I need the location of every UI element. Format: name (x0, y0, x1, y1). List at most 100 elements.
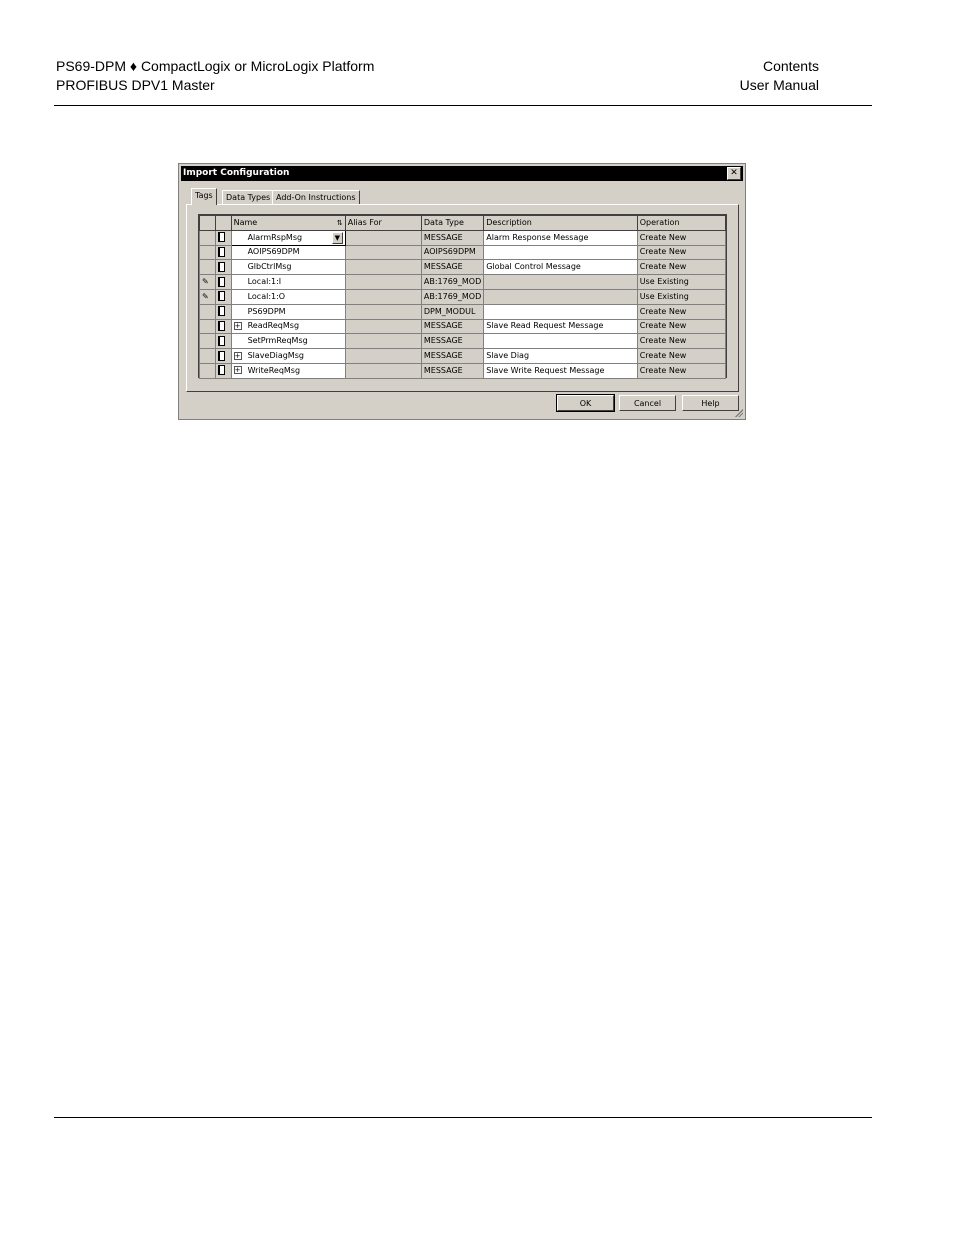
alias-cell (344, 333, 422, 350)
ok-button[interactable]: OK (556, 394, 615, 412)
table-row[interactable]: ✎ Local:1:O AB:1769_MOD Use Existing (199, 288, 727, 305)
document-icon (217, 350, 225, 361)
expand-icon[interactable]: + (233, 321, 242, 330)
tag-name: AOIPS69DPM (247, 247, 300, 257)
row-selector[interactable]: ✎ (199, 274, 216, 290)
close-icon: ✕ (730, 168, 738, 178)
row-icon-cell (214, 362, 232, 379)
row-icon-cell (214, 348, 232, 364)
cancel-button[interactable]: Cancel (619, 395, 676, 411)
dialog-titlebar: Import Configuration ✕ (181, 166, 743, 181)
row-selector[interactable] (199, 303, 216, 320)
tab-tags[interactable]: Tags (191, 188, 217, 205)
alias-cell (344, 318, 422, 335)
sort-az-icon: ⇅ (336, 218, 343, 227)
expand-icon[interactable]: + (233, 366, 242, 375)
name-cell[interactable]: AOIPS69DPM (230, 244, 346, 261)
name-cell[interactable]: + WriteReqMsg (230, 362, 346, 379)
description-cell (483, 274, 638, 290)
row-selector[interactable] (199, 229, 216, 246)
operation-cell[interactable]: Use Existing (636, 274, 727, 290)
name-cell[interactable]: PS69DPM (230, 303, 346, 320)
data-type-cell: MESSAGE (420, 259, 485, 276)
table-row[interactable]: SetPrmReqMsg MESSAGE Create New (199, 333, 727, 350)
name-cell[interactable]: Local:1:O (230, 288, 346, 305)
header-product-subtitle: PROFIBUS DPV1 Master (56, 77, 215, 93)
row-selector[interactable] (199, 362, 216, 379)
header-manual: User Manual (739, 77, 819, 93)
dialog-title: Import Configuration (183, 168, 290, 178)
header-rule (54, 105, 872, 106)
operation-cell[interactable]: Create New (636, 303, 727, 320)
operation-cell[interactable]: Create New (636, 244, 727, 261)
alias-cell (344, 362, 422, 379)
alias-cell (344, 303, 422, 320)
page-header-left: PS69-DPM ♦ CompactLogix or MicroLogix Pl… (56, 57, 374, 95)
row-selector[interactable] (199, 244, 216, 261)
data-type-cell: MESSAGE (420, 362, 485, 379)
description-cell[interactable] (483, 244, 638, 261)
description-cell[interactable]: Alarm Response Message (483, 229, 638, 246)
document-icon (217, 291, 225, 302)
description-cell[interactable]: Slave Diag (483, 348, 638, 364)
table-row[interactable]: ✎ Local:1:I AB:1769_MOD Use Existing (199, 274, 727, 290)
operation-cell[interactable]: Create New (636, 362, 727, 379)
help-button[interactable]: Help (682, 395, 739, 411)
description-cell[interactable]: Global Control Message (483, 259, 638, 276)
tags-table-body: AlarmRspMsg ▼ MESSAGE Alarm Response Messag… (199, 229, 727, 379)
row-selector[interactable] (199, 333, 216, 350)
chevron-down-icon[interactable]: ▼ (331, 231, 343, 244)
data-type-cell: MESSAGE (420, 348, 485, 364)
column-header-description[interactable]: Description (483, 215, 638, 231)
tag-name: PS69DPM (247, 306, 286, 316)
description-cell (483, 288, 638, 305)
row-selector[interactable]: ✎ (199, 288, 216, 305)
operation-cell[interactable]: Create New (636, 333, 727, 350)
table-row[interactable]: GlbCtrlMsg MESSAGE Global Control Message C… (199, 259, 727, 276)
row-selector[interactable] (199, 318, 216, 335)
row-icon-cell (214, 288, 232, 305)
column-header-name[interactable]: Name ⇅ (230, 215, 346, 231)
resize-grip-icon[interactable] (735, 409, 743, 417)
table-row[interactable]: AOIPS69DPM AOIPS69DPM Create New (199, 244, 727, 261)
column-header-alias-for[interactable]: Alias For (344, 215, 422, 231)
tab-add-on-instructions[interactable]: Add-On Instructions (272, 190, 360, 205)
operation-cell[interactable]: Use Existing (636, 288, 727, 305)
description-cell[interactable]: Slave Write Request Message (483, 362, 638, 379)
name-cell[interactable]: GlbCtrlMsg (230, 259, 346, 276)
operation-cell[interactable]: Create New (636, 229, 727, 246)
name-cell[interactable]: + ReadReqMsg (230, 318, 346, 335)
description-cell[interactable] (483, 333, 638, 350)
tag-name: Local:1:I (247, 277, 282, 287)
column-header-operation[interactable]: Operation (636, 215, 727, 231)
table-row[interactable]: + ReadReqMsg MESSAGE Slave Read Request Mes… (199, 318, 727, 335)
column-header-data-type[interactable]: Data Type (420, 215, 485, 231)
description-cell[interactable]: Slave Read Request Message (483, 318, 638, 335)
name-cell[interactable]: SetPrmReqMsg (230, 333, 346, 350)
table-row[interactable]: + SlaveDiagMsg MESSAGE Slave Diag Create New (199, 348, 727, 364)
data-type-cell: AB:1769_MOD (420, 288, 485, 305)
name-cell[interactable]: Local:1:I (230, 274, 346, 290)
table-row[interactable]: + WriteReqMsg MESSAGE Slave Write Request M… (199, 362, 727, 379)
row-selector[interactable] (199, 348, 216, 364)
data-type-cell: MESSAGE (420, 333, 485, 350)
close-button[interactable]: ✕ (727, 167, 741, 180)
header-select-cell (199, 215, 216, 231)
operation-cell[interactable]: Create New (636, 318, 727, 335)
header-product-title: PS69-DPM ♦ CompactLogix or MicroLogix Pl… (56, 58, 375, 74)
expand-icon[interactable]: + (233, 351, 242, 360)
description-cell[interactable] (483, 303, 638, 320)
table-header-row: Name ⇅ Alias For Data Type Description Op… (199, 215, 727, 231)
operation-cell[interactable]: Create New (636, 259, 727, 276)
table-row[interactable]: PS69DPM DPM_MODUL Create New (199, 303, 727, 320)
tab-data-types[interactable]: Data Types (222, 190, 275, 205)
row-selector[interactable] (199, 259, 216, 276)
header-section: Contents (762, 58, 819, 74)
row-icon-cell (214, 333, 232, 350)
tag-name: WriteReqMsg (247, 365, 301, 375)
document-icon (217, 261, 225, 272)
name-cell[interactable]: + SlaveDiagMsg (230, 348, 346, 364)
operation-cell[interactable]: Create New (636, 348, 727, 364)
name-cell[interactable]: AlarmRspMsg ▼ (230, 229, 346, 246)
table-row[interactable]: AlarmRspMsg ▼ MESSAGE Alarm Response Messag… (199, 229, 727, 246)
